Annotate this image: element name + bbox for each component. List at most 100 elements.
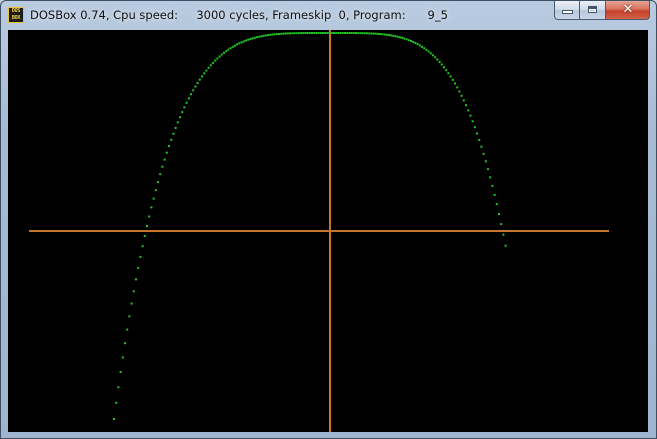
curve-point bbox=[262, 34, 265, 37]
icon-top-text: DOS bbox=[11, 8, 21, 14]
curve-point bbox=[346, 32, 349, 34]
curve-point bbox=[476, 132, 478, 135]
curve-point bbox=[385, 33, 388, 36]
curve-point bbox=[328, 32, 331, 34]
curve-point bbox=[429, 52, 432, 55]
curve-point bbox=[249, 38, 252, 40]
curve-point bbox=[403, 37, 406, 40]
curve-point bbox=[163, 158, 166, 161]
curve-point bbox=[460, 94, 463, 97]
maximize-button[interactable] bbox=[580, 1, 606, 20]
curve-point bbox=[493, 193, 496, 196]
curve-point bbox=[234, 44, 236, 47]
curve-point bbox=[205, 69, 208, 72]
curve-point bbox=[405, 38, 408, 41]
curve-point bbox=[273, 33, 276, 36]
curve-point bbox=[484, 160, 487, 163]
curve-point bbox=[357, 32, 360, 35]
curve-point bbox=[432, 54, 434, 57]
curve-point bbox=[381, 33, 384, 36]
curve-point bbox=[502, 233, 505, 236]
curve-point bbox=[370, 32, 373, 35]
curve-point bbox=[212, 61, 214, 64]
curve-point bbox=[220, 53, 223, 56]
curve-point bbox=[421, 45, 423, 48]
curve-point bbox=[456, 86, 459, 89]
curve-point bbox=[196, 82, 199, 84]
curve-point bbox=[495, 203, 498, 206]
curve-point bbox=[377, 32, 379, 35]
curve-point bbox=[304, 32, 307, 34]
curve-point bbox=[135, 278, 137, 281]
curve-point bbox=[308, 32, 311, 34]
curve-point bbox=[291, 32, 294, 35]
curve-point bbox=[176, 121, 179, 124]
curve-point bbox=[124, 342, 126, 345]
curve-point bbox=[445, 69, 448, 72]
curve-point bbox=[137, 266, 140, 269]
curve-point bbox=[317, 32, 320, 34]
minimize-button[interactable] bbox=[554, 1, 580, 20]
curve-point bbox=[130, 302, 133, 305]
curve-point bbox=[423, 47, 426, 50]
curve-point bbox=[117, 386, 120, 389]
curve-point bbox=[269, 33, 272, 36]
dosbox-icon[interactable]: DOS BOX bbox=[8, 7, 24, 23]
curve-point bbox=[181, 111, 184, 114]
curve-point bbox=[333, 32, 335, 34]
close-button[interactable]: ✕ bbox=[606, 1, 650, 20]
curve-point bbox=[256, 36, 258, 39]
curve-point bbox=[229, 47, 232, 50]
dos-screen[interactable] bbox=[8, 30, 648, 432]
curve-point bbox=[344, 32, 346, 34]
curve-point bbox=[295, 32, 298, 35]
curve-point bbox=[278, 33, 280, 35]
curve-point bbox=[434, 56, 437, 59]
graph-canvas bbox=[29, 30, 609, 432]
curve-point bbox=[361, 32, 364, 35]
curve-point bbox=[240, 41, 243, 44]
curve-point bbox=[293, 32, 296, 35]
curve-point bbox=[271, 33, 274, 36]
curve-point bbox=[372, 32, 375, 35]
curve-point bbox=[170, 138, 173, 141]
curve-point bbox=[339, 32, 342, 34]
curve-point bbox=[216, 57, 219, 60]
curve-point bbox=[368, 32, 371, 35]
curve-point bbox=[465, 104, 467, 107]
curve-point bbox=[418, 44, 421, 47]
curve-point bbox=[141, 245, 144, 248]
curve-point bbox=[451, 78, 454, 81]
curve-point bbox=[447, 72, 450, 75]
curve-point bbox=[264, 34, 267, 37]
curve-point bbox=[143, 234, 146, 237]
curve-point bbox=[335, 32, 338, 34]
curve-point bbox=[410, 40, 412, 42]
curve-point bbox=[311, 32, 313, 34]
curve-point bbox=[139, 255, 142, 258]
curve-point bbox=[227, 48, 230, 51]
maximize-icon bbox=[588, 6, 597, 13]
curve-point bbox=[330, 32, 333, 34]
caption-buttons: ✕ bbox=[554, 1, 650, 21]
dosbox-window: DOS BOX DOSBox 0.74, Cpu speed: 3000 cyc… bbox=[0, 0, 657, 439]
icon-bottom-text: BOX bbox=[11, 15, 21, 21]
curve-point bbox=[275, 33, 278, 36]
curve-point bbox=[223, 51, 225, 54]
curve-point bbox=[115, 401, 118, 404]
curve-point bbox=[390, 34, 393, 37]
curve-point bbox=[352, 32, 355, 34]
curve-point bbox=[478, 138, 481, 141]
curve-point bbox=[498, 213, 500, 215]
curve-point bbox=[355, 32, 357, 35]
title-bar[interactable]: DOS BOX DOSBox 0.74, Cpu speed: 3000 cyc… bbox=[1, 1, 656, 29]
curve-point bbox=[148, 215, 151, 218]
curve-point bbox=[469, 114, 472, 117]
curve-point bbox=[322, 32, 324, 34]
curve-point bbox=[401, 36, 404, 39]
window-title: DOSBox 0.74, Cpu speed: 3000 cycles, Fra… bbox=[30, 8, 448, 22]
curve-point bbox=[289, 32, 291, 35]
curve-point bbox=[238, 42, 241, 45]
curve-point bbox=[113, 418, 115, 420]
curve-point bbox=[482, 152, 485, 155]
